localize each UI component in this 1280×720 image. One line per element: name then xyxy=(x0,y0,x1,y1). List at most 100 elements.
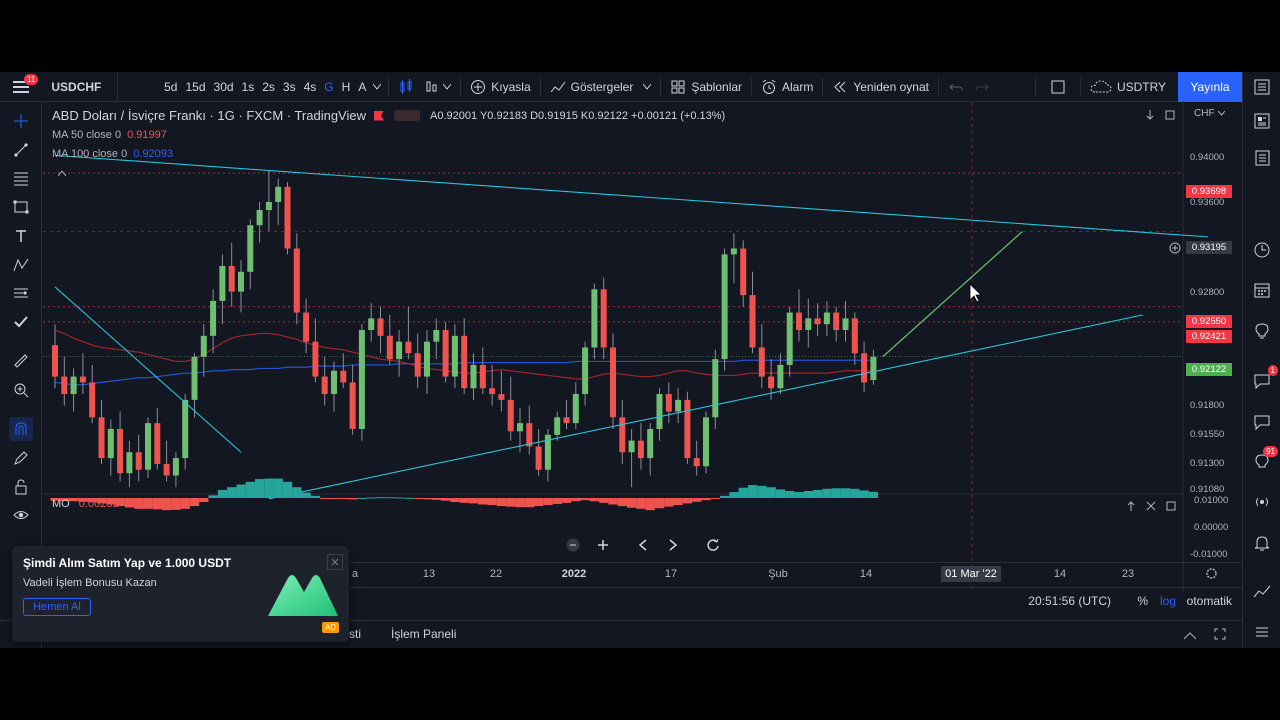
utc-clock[interactable]: 20:51:56 (UTC) xyxy=(1028,594,1111,608)
pane-close-button[interactable] xyxy=(1146,500,1156,514)
zoom-out-button[interactable] xyxy=(560,535,586,555)
interval-30d[interactable]: 30d xyxy=(210,72,238,102)
interval-15d[interactable]: 15d xyxy=(181,72,209,102)
ideas-stream-button[interactable] xyxy=(1250,319,1274,343)
hide-drawings-tool[interactable] xyxy=(9,503,33,527)
stay-drawing-tool[interactable] xyxy=(9,446,33,470)
chart-style-button[interactable] xyxy=(419,72,456,102)
replay-button[interactable]: Yeniden oynat xyxy=(827,72,934,102)
crosshair-price-tag: 0.93195 xyxy=(1186,241,1232,254)
mo-legend[interactable]: MO 0.00232 xyxy=(52,498,119,510)
ma50-legend[interactable]: MA 50 close 0 0.91997 xyxy=(52,125,725,144)
crosshair-tool[interactable] xyxy=(9,109,33,133)
arrow-up-icon xyxy=(1127,501,1135,511)
pane-maximize-button[interactable] xyxy=(1166,500,1176,514)
mo-bar xyxy=(738,487,748,498)
auto-scale-toggle[interactable]: otomatik xyxy=(1187,594,1232,608)
interval-dropdown-chevron[interactable] xyxy=(370,72,384,102)
candle-body xyxy=(79,376,86,383)
fib-tool[interactable] xyxy=(9,166,33,190)
pattern-xabcd-tool[interactable] xyxy=(9,253,33,277)
axis-settings-button[interactable] xyxy=(1205,567,1218,583)
more-widgets-button[interactable] xyxy=(1250,620,1274,644)
ad-cta-button[interactable]: Hemen Al xyxy=(23,598,91,616)
broadcast-button[interactable] xyxy=(1250,490,1274,514)
screener-button[interactable] xyxy=(1250,278,1274,302)
interval-3s[interactable]: 3s xyxy=(279,72,300,102)
notes-button[interactable] xyxy=(1250,410,1274,434)
maximize-pane-button[interactable] xyxy=(1165,109,1175,123)
mo-bar xyxy=(654,498,665,509)
text-tool[interactable] xyxy=(9,224,33,248)
pattern-tool[interactable] xyxy=(9,195,33,219)
add-level-button[interactable] xyxy=(1169,242,1181,257)
percent-scale-toggle[interactable]: % xyxy=(1137,594,1148,608)
collapse-panel-button[interactable] xyxy=(1183,629,1197,643)
zoom-in-button[interactable] xyxy=(590,535,616,555)
scroll-right-button[interactable] xyxy=(660,535,686,555)
interval-G[interactable]: G xyxy=(320,72,337,102)
trend-button[interactable] xyxy=(1250,580,1274,604)
compare-button[interactable]: Kıyasla xyxy=(465,72,535,102)
indicators-button[interactable]: Göstergeler xyxy=(545,72,657,102)
collapse-legend-button[interactable] xyxy=(52,166,72,180)
maximize-panel-button[interactable] xyxy=(1214,628,1226,643)
flag-icon[interactable] xyxy=(374,110,384,121)
trendline-tool[interactable] xyxy=(9,138,33,162)
chevron-up-icon xyxy=(58,170,66,176)
tab-strategy-tester[interactable]: sti xyxy=(349,627,361,641)
calendar-button[interactable] xyxy=(1250,238,1274,262)
redo-button[interactable] xyxy=(969,72,995,102)
main-menu-button[interactable]: 11 xyxy=(0,72,41,102)
publish-button[interactable]: Yayınla xyxy=(1178,72,1242,102)
mo-bar xyxy=(747,485,758,498)
notifications-button[interactable] xyxy=(1250,531,1274,555)
interval-A[interactable]: A xyxy=(354,72,370,102)
magnet-tool[interactable] xyxy=(9,417,33,441)
currency-selector[interactable]: CHF xyxy=(1194,108,1225,119)
interval-5d[interactable]: 5d xyxy=(160,72,181,102)
mo-bar xyxy=(310,495,321,498)
candle-body xyxy=(61,376,68,395)
pane-up-button[interactable] xyxy=(1126,500,1136,514)
templates-button[interactable]: Şablonlar xyxy=(665,72,747,102)
mo-bar xyxy=(552,498,562,504)
chat-badge: 1 xyxy=(1267,365,1278,376)
log-scale-toggle[interactable]: log xyxy=(1160,594,1176,608)
symbol-search-button[interactable]: USDCHF xyxy=(41,71,119,102)
undo-button[interactable] xyxy=(943,72,969,102)
zoom-tool[interactable] xyxy=(9,378,33,402)
chats-button[interactable]: 1 xyxy=(1250,365,1278,393)
alert-button[interactable]: Alarm xyxy=(756,72,818,102)
ad-close-button[interactable] xyxy=(327,554,343,570)
prediction-tool[interactable] xyxy=(9,281,33,305)
ad-popup[interactable]: Şimdi Alım Satım Yap ve 1.000 USDT Vadel… xyxy=(12,546,349,642)
watchlist-button[interactable] xyxy=(1250,75,1274,99)
ma100-legend[interactable]: MA 100 close 0 0.92093 xyxy=(52,144,725,163)
lock-drawings-tool[interactable] xyxy=(9,475,33,499)
interval-H[interactable]: H xyxy=(338,72,355,102)
layout-button[interactable] xyxy=(1040,72,1076,102)
streams-button[interactable]: 91 xyxy=(1250,446,1278,474)
ruler-tool[interactable] xyxy=(9,349,33,373)
text-t-icon xyxy=(16,230,26,242)
interval-2s[interactable]: 2s xyxy=(258,72,279,102)
mo-bar xyxy=(422,498,432,500)
ohlc-values: A0.92001 Y0.92183 D0.91915 K0.92122 +0.0… xyxy=(430,109,726,122)
mo-bar xyxy=(338,498,348,499)
mo-bar xyxy=(394,497,404,499)
favorites-tool[interactable] xyxy=(9,310,33,334)
hotlist-button[interactable] xyxy=(1250,146,1274,170)
reset-chart-button[interactable] xyxy=(700,535,726,555)
candle-body xyxy=(730,248,737,255)
mo-bar xyxy=(720,495,730,498)
mo-bar xyxy=(645,498,655,511)
interval-4s[interactable]: 4s xyxy=(300,72,321,102)
chart-type-button[interactable] xyxy=(393,72,419,102)
data-window-button[interactable] xyxy=(1250,109,1274,133)
scroll-down-button[interactable] xyxy=(1145,109,1155,123)
tab-trading-panel[interactable]: İşlem Paneli xyxy=(391,627,456,641)
scroll-left-button[interactable] xyxy=(630,535,656,555)
layout-name-button[interactable]: USDTRY xyxy=(1085,72,1191,102)
interval-1s[interactable]: 1s xyxy=(238,72,259,102)
